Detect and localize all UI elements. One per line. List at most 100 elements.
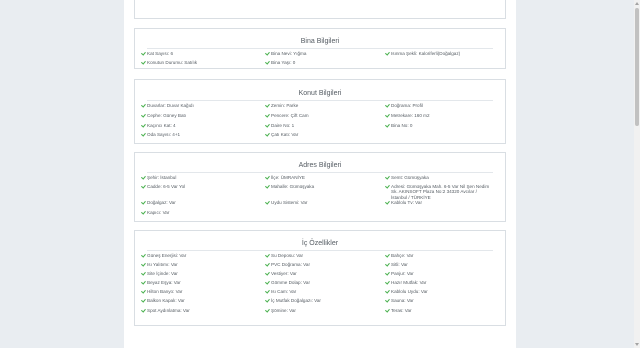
check-icon (265, 271, 269, 275)
ic-ozellikler-title: İç Özellikler (301, 240, 339, 247)
check-icon (265, 280, 269, 284)
feature-item: Cephe: Güney Batı (141, 111, 186, 120)
feature-item: Duvarlar: Duvar Kağıdı (141, 101, 194, 110)
check-icon (141, 51, 145, 55)
check-icon (141, 298, 145, 302)
check-icon (265, 132, 269, 136)
feature-item: Zemin: Parke (265, 101, 298, 110)
previous-section (134, 0, 506, 19)
ic-ozellikler-section: İç Özellikler Güneş Enerjisi: Var Su Dep… (134, 230, 506, 326)
check-icon (141, 175, 145, 179)
feature-item: Sauna: Var (385, 296, 414, 305)
check-icon (141, 210, 145, 214)
feature-item: Site İçinde: Var (141, 269, 178, 278)
section-divider (147, 250, 493, 251)
feature-item: PVC Doğrama: Var (265, 260, 310, 269)
check-icon (141, 184, 145, 188)
bina-bilgileri-title: Bina Bilgileri (300, 38, 340, 45)
check-icon (141, 308, 145, 312)
feature-item: Oda Sayısı: 4+1 (141, 130, 180, 139)
feature-item: Isınma Şekli: Kaloriferli(Doğalgaz) (385, 49, 460, 58)
check-icon (265, 262, 269, 266)
check-icon (385, 185, 389, 189)
feature-item: Uydu Sistemi: Var (265, 198, 307, 207)
check-icon (265, 253, 269, 257)
check-icon (141, 271, 145, 275)
check-icon (141, 132, 145, 136)
feature-item: Kapıcı: Var (141, 208, 169, 217)
check-icon (141, 200, 145, 204)
feature-item: Hilton Banyo: Var (141, 287, 182, 296)
check-icon (385, 103, 389, 107)
section-divider (147, 100, 493, 101)
feature-item: Spot Aydınlatma: Var (141, 306, 190, 315)
feature-item: Daire No: 1 (265, 121, 294, 130)
check-icon (265, 298, 269, 302)
check-icon (265, 103, 269, 107)
check-icon (141, 253, 145, 257)
feature-item: Gömme Dolap: Var (265, 278, 310, 287)
feature-item: Güneş Enerjisi: Var (141, 251, 186, 260)
check-icon (265, 308, 269, 312)
feature-item: Bina Nevi: Yığma (265, 49, 306, 58)
check-icon (385, 253, 389, 257)
adres-bilgileri-title: Adres Bilgileri (298, 162, 342, 169)
check-icon (265, 51, 269, 55)
adres-bilgileri-section: Adres Bilgileri Şehir: İstanbul İlçe: ÜM… (134, 152, 506, 222)
check-icon (385, 200, 389, 204)
check-icon (385, 280, 389, 284)
check-icon (141, 60, 145, 64)
check-icon (385, 271, 389, 275)
feature-item: Metrekare: 160 m2 (385, 111, 430, 120)
check-icon (141, 123, 145, 127)
feature-item: Şehir: İstanbul (141, 173, 176, 182)
feature-item: İlçe: ÜMRANİYE (265, 173, 305, 182)
feature-item: Panjur: Var (385, 269, 414, 278)
feature-item: Bahçe: Var (385, 251, 413, 260)
feature-item: Doğalgaz: Var (141, 198, 176, 207)
feature-item: Balkon Kapalı: Var (141, 296, 185, 305)
check-icon (385, 113, 389, 117)
feature-item: Kablolu Uydu: Var (385, 287, 428, 296)
feature-item: Bina Yaşı: 0 (265, 58, 295, 67)
feature-item: İç Mutfak Doğalgazı: Var (265, 296, 321, 305)
bina-bilgileri-section: Bina Bilgileri Kat Sayısı: 6 Bina Nevi: … (134, 28, 506, 69)
feature-item: Şömine: Var (265, 306, 296, 315)
feature-item: Cadde: 6-5 Var Yol (141, 182, 185, 191)
check-icon (385, 289, 389, 293)
check-icon (141, 103, 145, 107)
check-icon (265, 60, 269, 64)
page-scrollbar[interactable] (634, 0, 640, 348)
feature-item: Su Deposu: Var (265, 251, 303, 260)
feature-item: Teras: Var (385, 306, 412, 315)
feature-item: Sitli: Var (385, 260, 408, 269)
feature-item: Kablolu Tv: Var (385, 198, 422, 207)
scrollbar-thumb[interactable] (635, 8, 639, 126)
konut-bilgileri-section: Konut Bilgileri Duvarlar: Duvar Kağıdı Z… (134, 79, 506, 144)
check-icon (141, 289, 145, 293)
check-icon (385, 298, 389, 302)
feature-item: Beyaz Eşya: Var (141, 278, 181, 287)
check-icon (265, 175, 269, 179)
feature-item: Vestiyer: Var (265, 269, 297, 278)
check-icon (265, 113, 269, 117)
check-icon (141, 262, 145, 266)
check-icon (385, 123, 389, 127)
feature-item: Isı Cam: Var (265, 287, 296, 296)
check-icon (141, 113, 145, 117)
feature-item: Kaçıncı Kat: 4 (141, 121, 176, 130)
scroll-up-icon[interactable] (635, 2, 639, 5)
check-icon (385, 262, 389, 266)
scroll-down-icon[interactable] (635, 343, 639, 346)
feature-item: Bina No: 0 (385, 121, 412, 130)
feature-item: Isı Yalıtımı: Var (141, 260, 178, 269)
feature-item: Mahalle: Gümüşyaka (265, 182, 314, 191)
feature-item: Kat Sayısı: 6 (141, 49, 173, 58)
check-icon (265, 200, 269, 204)
feature-item: Semt: Gümüşyaka (385, 173, 429, 182)
check-icon (385, 175, 389, 179)
check-icon (385, 308, 389, 312)
feature-item: Pencere: Çift Cam (265, 111, 309, 120)
check-icon (265, 289, 269, 293)
feature-item: Çatı Katı: Var (265, 130, 298, 139)
